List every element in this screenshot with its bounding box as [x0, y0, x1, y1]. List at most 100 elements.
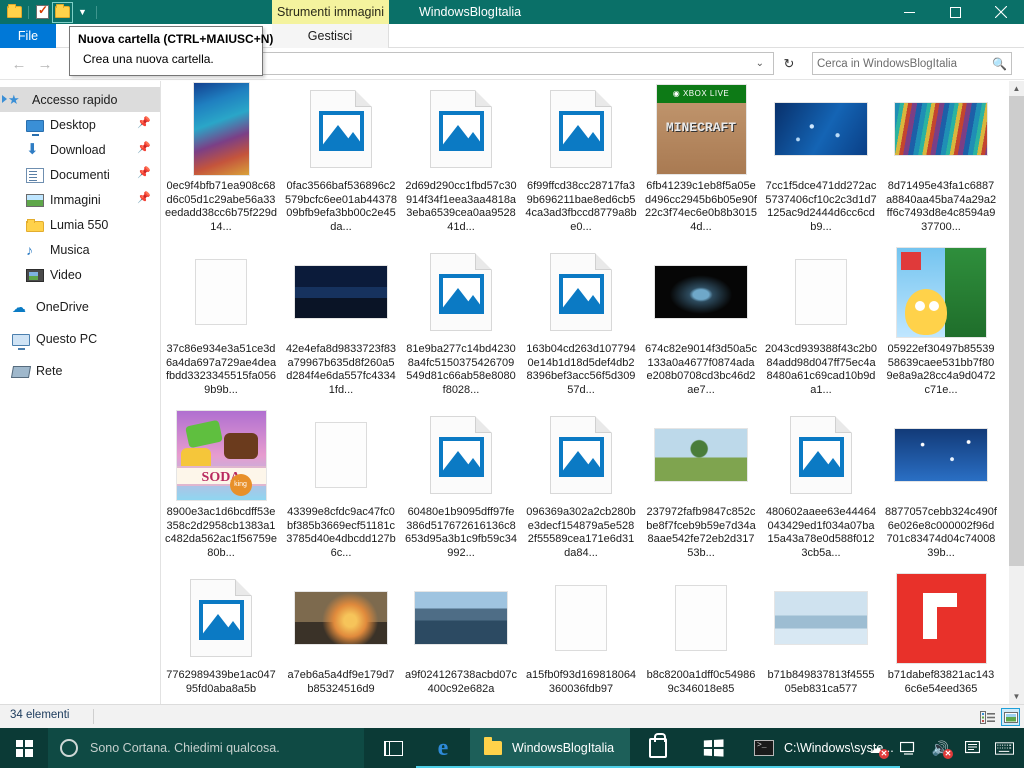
thumbnail-image	[896, 247, 986, 337]
file-tile[interactable]: b71b849837813f455505eb831ca577	[761, 570, 881, 704]
windows-start-icon[interactable]	[0, 728, 48, 768]
large-icons-view-icon[interactable]	[1001, 708, 1020, 726]
file-tile[interactable]: 163b04cd263d1077940e14b1d18d5def4db28396…	[521, 244, 641, 407]
sidebar-item-onedrive[interactable]: ☁ OneDrive	[0, 294, 160, 319]
taskbar-app-edge[interactable]: e	[416, 728, 470, 768]
file-thumbnail	[413, 570, 509, 666]
search-icon[interactable]: 🔍	[992, 57, 1007, 71]
file-tile[interactable]: 7762989439be1ac04795fd0aba8a5b	[161, 570, 281, 704]
file-name-label: b71b849837813f455505eb831ca577	[767, 669, 875, 695]
network-tray-icon[interactable]	[899, 740, 918, 757]
file-name-label: 7cc1f5dce471dd272ac5737406cf10c2c3d1d712…	[765, 180, 877, 233]
pin-icon[interactable]: 📌	[137, 168, 151, 180]
cortana-circle-icon	[60, 739, 78, 757]
file-thumbnail	[893, 81, 989, 177]
sidebar-item-label: Accesso rapido	[32, 92, 118, 107]
properties-icon[interactable]	[34, 3, 51, 21]
file-tile[interactable]: 480602aaee63e44464043429ed1f034a07ba15a4…	[761, 407, 881, 570]
divider	[93, 709, 94, 724]
sidebar-item-questo-pc[interactable]: Questo PC	[0, 326, 160, 351]
sidebar-item-documenti[interactable]: Documenti 📌	[0, 162, 160, 187]
forward-arrow-icon[interactable]: →	[34, 54, 56, 74]
task-view-icon[interactable]	[370, 728, 416, 768]
search-input[interactable]: Cerca in WindowsBlogItalia 🔍	[812, 52, 1012, 75]
file-tile[interactable]: b71dabef83821ac1436c6e54eed365	[881, 570, 1001, 704]
file-tile[interactable]: 2043cd939388f43c2b084add98d047ff75ec4a84…	[761, 244, 881, 407]
sidebar-item-label: Desktop	[50, 117, 96, 132]
window-controls	[886, 0, 1024, 24]
navigation-pane[interactable]: ★ Accesso rapido Desktop 📌 ⬇ Download 📌 Documen…	[0, 81, 161, 704]
sidebar-item-lumia-550[interactable]: Lumia 550	[0, 212, 160, 237]
file-tile[interactable]: 0ec9f4bfb71ea908c68d6c05d1c29abe56a33eed…	[161, 81, 281, 244]
refresh-icon[interactable]: ↻	[779, 54, 799, 74]
file-tile[interactable]: a7eb6a5a4df9e179d7b85324516d9	[281, 570, 401, 704]
sidebar-item-musica[interactable]: ♪ Musica	[0, 237, 160, 262]
file-list-view[interactable]: 0ec9f4bfb71ea908c68d6c05d1c29abe56a33eed…	[161, 81, 1009, 704]
expand-chevron-icon[interactable]	[2, 95, 7, 103]
sidebar-item-rete[interactable]: Rete	[0, 358, 160, 383]
sidebar-item-desktop[interactable]: Desktop 📌	[0, 112, 160, 137]
onedrive-tray-icon[interactable]: ☁ ✕	[867, 740, 889, 759]
file-tile[interactable]: 674c82e9014f3d50a5c133a0a4677f0874adae20…	[641, 244, 761, 407]
taskbar-app-folder[interactable]: WindowsBlogItalia	[470, 728, 630, 768]
minimize-icon[interactable]	[886, 0, 932, 24]
scroll-down-icon[interactable]: ▼	[1009, 689, 1024, 704]
file-tile[interactable]: 43399e8cfdc9ac47fc0bf385b3669ecf51181c37…	[281, 407, 401, 570]
pin-icon[interactable]: 📌	[137, 118, 151, 130]
tab-file[interactable]: File	[0, 24, 56, 48]
customize-dropdown-icon[interactable]: ▼	[74, 4, 91, 21]
file-tile[interactable]: 60480e1b9095dff97fe386d517672616136c8653…	[401, 407, 521, 570]
new-folder-icon-2[interactable]	[52, 1, 73, 23]
file-tile[interactable]: a15fb0f93d169818064360036fdb97	[521, 570, 641, 704]
sidebar-item-video[interactable]: Video	[0, 262, 160, 287]
back-arrow-icon[interactable]: ←	[8, 54, 30, 74]
sidebar-item-label: Questo PC	[36, 331, 98, 346]
file-tile[interactable]: 7cc1f5dce471dd272ac5737406cf10c2c3d1d712…	[761, 81, 881, 244]
file-tile[interactable]: 8877057cebb324c490f6e026e8c000002f96d701…	[881, 407, 1001, 570]
divider	[28, 5, 29, 19]
scrollbar-thumb[interactable]	[1009, 96, 1024, 566]
keyboard-icon[interactable]	[995, 740, 1014, 757]
scroll-up-icon[interactable]: ▲	[1009, 81, 1024, 96]
file-thumbnail	[773, 244, 869, 340]
details-view-icon[interactable]	[978, 708, 997, 726]
chevron-down-icon[interactable]: ⌄	[756, 58, 769, 69]
taskbar-app-store[interactable]	[630, 728, 685, 768]
action-center-icon[interactable]	[963, 740, 982, 757]
file-thumbnail	[653, 570, 749, 666]
file-tile[interactable]: 8d71495e43fa1c6887a8840aa45ba74a29a2ff6c…	[881, 81, 1001, 244]
tab-gestisci[interactable]: Gestisci	[272, 24, 389, 48]
file-tile[interactable]: a9f024126738acbd07c400c92e682a	[401, 570, 521, 704]
file-tile[interactable]: SODA king 8900e3ac1d6bcdff53e358c2d2958cb1…	[161, 407, 281, 570]
file-tile[interactable]: 05922ef30497b8553958639caee531bb7f809e8a…	[881, 244, 1001, 407]
file-tile[interactable]: 6f99ffcd38cc28717fa39b696211bae8ed6cb54c…	[521, 81, 641, 244]
file-thumbnail	[173, 244, 269, 340]
sidebar-item-download[interactable]: ⬇ Download 📌	[0, 137, 160, 162]
pin-icon[interactable]: 📌	[137, 143, 151, 155]
taskbar-app-microsoft[interactable]	[685, 728, 740, 768]
picture-file-icon	[790, 416, 852, 494]
new-folder-icon[interactable]	[6, 4, 23, 21]
status-bar: 34 elementi	[0, 704, 1024, 728]
pin-icon[interactable]: 📌	[137, 193, 151, 205]
file-tile[interactable]: 237972fafb9847c852cbe8f7fceb9b59e7d34a8a…	[641, 407, 761, 570]
file-tile[interactable]: b8c8200a1dff0c549869c346018e85	[641, 570, 761, 704]
file-tile[interactable]: 0fac3566baf536896c2579bcfc6ee01ab4437809…	[281, 81, 401, 244]
vertical-scrollbar[interactable]: ▲ ▼	[1009, 81, 1024, 704]
maximize-icon[interactable]	[932, 0, 978, 24]
file-thumbnail	[293, 244, 389, 340]
close-icon[interactable]	[978, 0, 1024, 24]
cortana-search-box[interactable]: Sono Cortana. Chiedimi qualcosa.	[48, 728, 364, 768]
file-thumbnail: SODA king	[173, 407, 269, 503]
sidebar-item-immagini[interactable]: Immagini 📌	[0, 187, 160, 212]
volume-tray-icon[interactable]: 🔊 ✕	[931, 740, 953, 759]
file-tile[interactable]: 37c86e934e3a51ce3d6a4da697a729ae4deafbdd…	[161, 244, 281, 407]
file-tile[interactable]: 42e4efa8d9833723f83a79967b635d8f260a5d28…	[281, 244, 401, 407]
file-tile[interactable]: 096369a302a2cb280be3decf154879a5e5282f55…	[521, 407, 641, 570]
desktop-icon	[26, 119, 44, 136]
file-tile[interactable]: 2d69d290cc1fbd57c30914f34f1eea3aa4818a3e…	[401, 81, 521, 244]
sidebar-item-accesso-rapido[interactable]: ★ Accesso rapido	[0, 87, 160, 112]
file-tile[interactable]: 81e9ba277c14bd42308a4fc5150375426709549d…	[401, 244, 521, 407]
file-tile[interactable]: ◉ XBOX LIVE MINECRAFT 6fb41239c1eb8f5a05ed…	[641, 81, 761, 244]
picture-file-icon	[550, 253, 612, 331]
